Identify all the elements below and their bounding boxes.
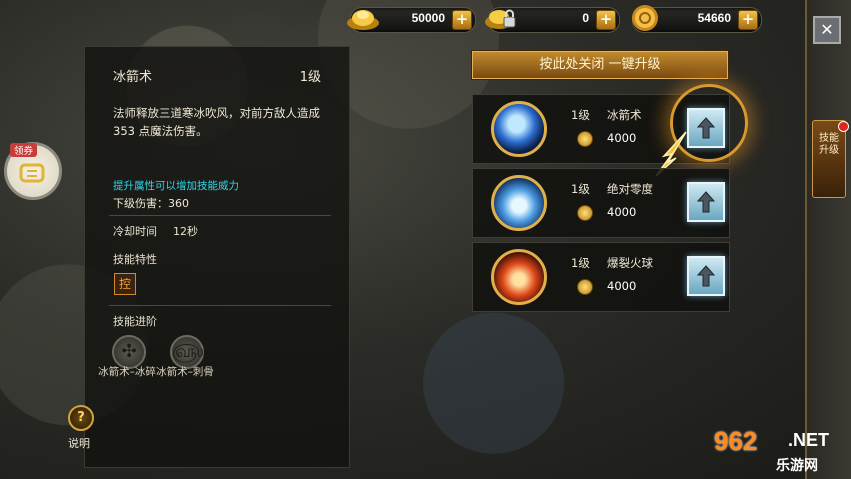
gold-coin-icon bbox=[577, 131, 593, 147]
gold-coin-icon bbox=[577, 279, 593, 295]
gold-coin-icon bbox=[632, 5, 658, 31]
up-arrow-icon bbox=[696, 265, 716, 287]
locked-gold-value: 0 bbox=[582, 11, 589, 25]
currency-locked-gold: 0 + bbox=[485, 7, 620, 33]
side-strip bbox=[805, 0, 851, 479]
add-locked-gold-button[interactable]: + bbox=[596, 10, 616, 30]
add-gold-ingot-button[interactable]: + bbox=[452, 10, 472, 30]
skill-detail-description: 法师释放三道寒冰吹风，对前方敌人造成 353 点魔法伤害。 bbox=[113, 106, 320, 138]
gold-ingot-icon bbox=[347, 10, 379, 30]
skill-row[interactable]: 1级 绝对零度 4000 bbox=[472, 168, 730, 238]
skill-level: 1级 bbox=[571, 108, 590, 122]
cooldown-value: 12秒 bbox=[173, 225, 198, 238]
skill-detail-level: 1级 bbox=[299, 70, 321, 85]
divider bbox=[109, 305, 331, 306]
skill-name: 爆裂火球 bbox=[607, 256, 653, 270]
add-gold-coin-button[interactable]: + bbox=[738, 10, 758, 30]
one-key-upgrade-button[interactable]: 按此处关闭 一键升级 bbox=[472, 51, 728, 79]
skill-row[interactable]: 1级 爆裂火球 4000 bbox=[472, 242, 730, 312]
traits-label: 技能特性 bbox=[113, 253, 157, 266]
watermark-number: 962 bbox=[714, 426, 758, 456]
control-trait-badge[interactable]: 控 bbox=[114, 273, 136, 295]
help-button[interactable]: ? bbox=[68, 405, 94, 431]
watermark-sub: 乐游网 bbox=[776, 458, 818, 474]
gold-coin-value: 54660 bbox=[697, 11, 731, 25]
skill-name: 绝对零度 bbox=[607, 182, 653, 196]
upgrade-button[interactable] bbox=[687, 256, 725, 296]
watermark-net: .NET bbox=[788, 430, 830, 450]
skill-upgrade-tab-label: 技能升级 bbox=[819, 133, 839, 156]
skill-cost: 4000 bbox=[607, 205, 637, 219]
ice-shatter-advance-icon[interactable]: ✣ bbox=[112, 335, 146, 369]
coupon-icon bbox=[19, 163, 45, 183]
skill-name: 冰箭术 bbox=[607, 108, 642, 122]
skill-detail-next-damage: 下级伤害：360 bbox=[113, 197, 189, 210]
close-button[interactable]: ✕ bbox=[813, 16, 841, 44]
currency-gold-ingot: 50000 + bbox=[347, 7, 476, 33]
skill-detail-name: 冰箭术 bbox=[113, 70, 153, 85]
upgrade-button[interactable] bbox=[687, 182, 725, 222]
advance-name: 冰箭术–刺骨 bbox=[156, 366, 214, 378]
cooldown-label: 冷却时间 bbox=[113, 225, 157, 238]
absolute-zero-icon bbox=[491, 175, 547, 231]
divider bbox=[109, 215, 331, 216]
advance-label: 技能进阶 bbox=[113, 315, 157, 328]
help-label: 说明 bbox=[68, 437, 90, 450]
skill-detail-panel: 冰箭术 1级 法师释放三道寒冰吹风，对前方敌人造成 353 点魔法伤害。 提升属… bbox=[84, 46, 350, 468]
coupon-tag: 领券 bbox=[10, 143, 38, 157]
notification-dot bbox=[838, 121, 849, 132]
frostbite-advance-icon[interactable]: ௵ bbox=[170, 335, 204, 369]
gold-coin-icon bbox=[577, 205, 593, 221]
currency-gold-coin: 54660 + bbox=[632, 5, 762, 33]
skill-level: 1级 bbox=[571, 182, 590, 196]
skill-cost: 4000 bbox=[607, 279, 637, 293]
skill-detail-hint: 提升属性可以增加技能威力 bbox=[113, 180, 239, 192]
locked-gold-icon bbox=[485, 9, 516, 29]
ice-arrow-icon bbox=[491, 101, 547, 157]
up-arrow-icon bbox=[696, 191, 716, 213]
skill-level: 1级 bbox=[571, 256, 590, 270]
gold-ingot-value: 50000 bbox=[411, 11, 445, 25]
skill-cost: 4000 bbox=[607, 131, 637, 145]
fireball-icon bbox=[491, 249, 547, 305]
